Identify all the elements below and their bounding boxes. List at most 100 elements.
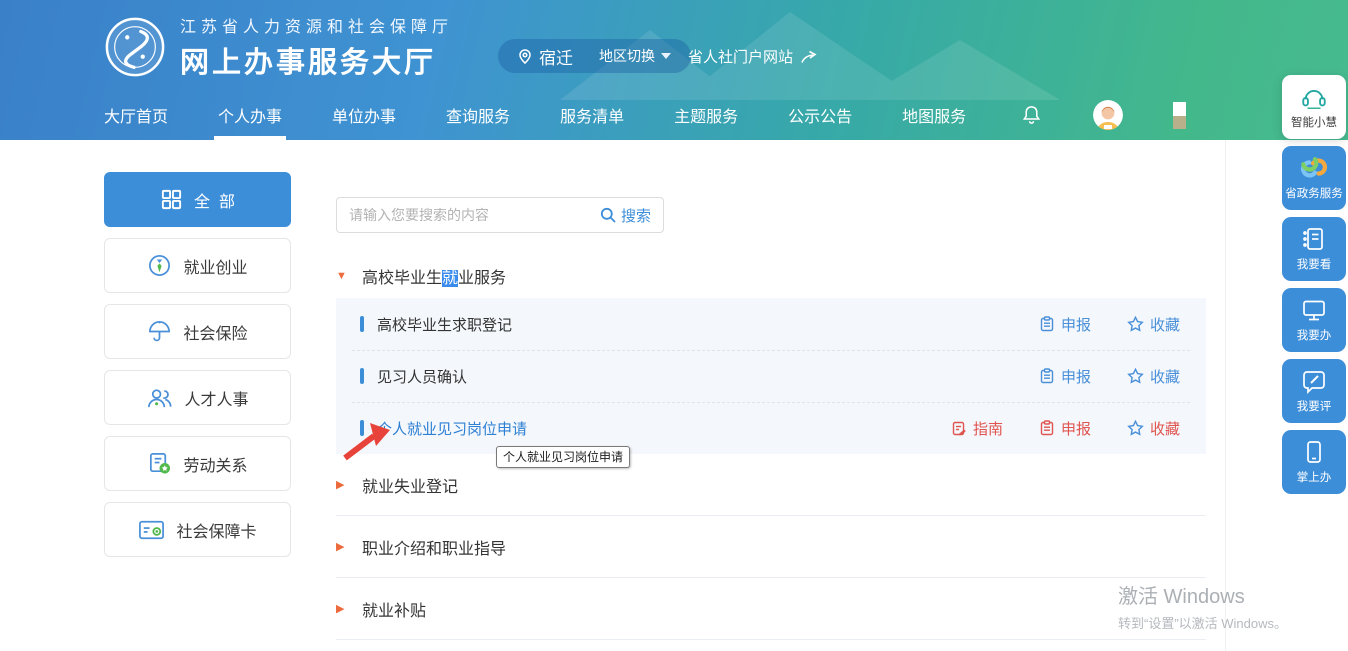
sidebar-item-label: 就业创业 bbox=[183, 254, 247, 278]
action-label: 指南 bbox=[973, 418, 1003, 439]
sidebar-item-labor-relations[interactable]: 劳动关系 bbox=[104, 436, 291, 491]
action-label: 申报 bbox=[1061, 366, 1091, 387]
search-input[interactable] bbox=[349, 207, 600, 223]
chevron-down-icon bbox=[661, 53, 671, 59]
action-label: 申报 bbox=[1061, 418, 1091, 439]
search-box: 搜索 bbox=[336, 197, 664, 233]
sidebar-item-social-security-card[interactable]: 社会保障卡 bbox=[104, 502, 291, 557]
nav-label: 地图服务 bbox=[902, 103, 966, 127]
triangle-right-icon bbox=[336, 540, 349, 553]
comment-edit-icon bbox=[1301, 368, 1327, 394]
star-icon bbox=[1127, 420, 1144, 436]
quickbar-label: 我要办 bbox=[1297, 326, 1332, 342]
declare-action[interactable]: 申报 bbox=[1039, 314, 1091, 335]
section-header-graduate-services[interactable]: 高校毕业生就业服务 bbox=[336, 258, 1206, 294]
location-pin-icon bbox=[518, 48, 532, 65]
row-actions: 申报 收藏 bbox=[1039, 314, 1180, 335]
org-name: 江苏省人力资源和社会保障厅 bbox=[180, 13, 453, 37]
nav-item-map[interactable]: 地图服务 bbox=[902, 90, 966, 140]
clipboard-icon bbox=[1039, 420, 1055, 436]
document-star-icon bbox=[147, 451, 172, 476]
section-header-unemployment-registration[interactable]: 就业失业登记 bbox=[336, 454, 1206, 516]
nav-item-personal[interactable]: 个人办事 bbox=[218, 90, 282, 140]
nav-item-home[interactable]: 大厅首页 bbox=[104, 90, 168, 140]
quickbar-item-handle[interactable]: 我要办 bbox=[1282, 288, 1346, 352]
sidebar-item-all[interactable]: 全部 bbox=[104, 172, 291, 227]
favorite-action[interactable]: 收藏 bbox=[1127, 314, 1180, 335]
title-highlight: 就 bbox=[442, 270, 458, 287]
action-label: 申报 bbox=[1061, 314, 1091, 335]
action-label: 收藏 bbox=[1150, 418, 1180, 439]
nav-item-unit[interactable]: 单位办事 bbox=[332, 90, 396, 140]
user-avatar[interactable] bbox=[1093, 100, 1123, 130]
emblem-icon bbox=[104, 16, 166, 78]
content-edge-divider bbox=[1225, 140, 1226, 651]
service-link[interactable]: 高校毕业生求职登记 bbox=[377, 314, 1039, 335]
quickbar-item-gov-services[interactable]: 省政务服务 bbox=[1282, 146, 1346, 210]
sidebar-item-employment[interactable]: 就业创业 bbox=[104, 238, 291, 293]
service-link[interactable]: 个人就业见习岗位申请 bbox=[377, 418, 951, 439]
nav-item-service-list[interactable]: 服务清单 bbox=[560, 90, 624, 140]
loading-fragment bbox=[1173, 102, 1186, 129]
sidebar-item-talent[interactable]: 人才人事 bbox=[104, 370, 291, 425]
site-title: 网上办事服务大厅 bbox=[180, 39, 453, 81]
section-header-career-guidance[interactable]: 职业介绍和职业指导 bbox=[336, 516, 1206, 578]
nav-label: 服务清单 bbox=[560, 103, 624, 127]
city-label: 宿迁 bbox=[539, 44, 573, 69]
avatar-icon bbox=[1093, 100, 1123, 130]
star-icon bbox=[1127, 316, 1144, 332]
link-tooltip: 个人就业见习岗位申请 bbox=[496, 446, 630, 468]
card-icon bbox=[138, 519, 165, 541]
quickbar-label: 省政务服务 bbox=[1285, 184, 1343, 200]
portal-link[interactable]: 省人社门户网站 bbox=[688, 46, 817, 67]
nav-label: 公示公告 bbox=[788, 103, 852, 127]
nav-label: 主题服务 bbox=[674, 103, 738, 127]
service-row: 高校毕业生求职登记 申报 bbox=[336, 298, 1206, 350]
site-logo: 江苏省人力资源和社会保障厅 网上办事服务大厅 bbox=[104, 13, 453, 81]
region-switch-button[interactable]: 地区切换 bbox=[599, 46, 671, 66]
current-city[interactable]: 宿迁 bbox=[518, 44, 573, 69]
favorite-action[interactable]: 收藏 bbox=[1127, 366, 1180, 387]
service-link[interactable]: 见习人员确认 bbox=[377, 366, 1039, 387]
quickbar-item-assistant[interactable]: 智能小慧 bbox=[1282, 75, 1346, 139]
nav-item-announcements[interactable]: 公示公告 bbox=[788, 90, 852, 140]
section-header-employment-subsidy[interactable]: 就业补贴 bbox=[336, 578, 1206, 640]
title-suffix: 业服务 bbox=[458, 270, 506, 287]
quickbar-item-mobile[interactable]: 掌上办 bbox=[1282, 430, 1346, 494]
nav-item-query[interactable]: 查询服务 bbox=[446, 90, 510, 140]
declare-action[interactable]: 申报 bbox=[1039, 366, 1091, 387]
external-link-icon bbox=[800, 50, 817, 64]
quickbar: 智能小慧 省政务服务 我要看 我要办 我要评 bbox=[1282, 75, 1346, 494]
nav-label: 查询服务 bbox=[446, 103, 510, 127]
clipboard-icon bbox=[1039, 316, 1055, 332]
quickbar-label: 掌上办 bbox=[1297, 468, 1332, 484]
search-button-label: 搜索 bbox=[621, 205, 651, 226]
quickbar-item-review[interactable]: 我要评 bbox=[1282, 359, 1346, 423]
watermark-line2: 转到“设置”以激活 Windows。 bbox=[1118, 613, 1287, 632]
notebook-icon bbox=[1301, 226, 1327, 252]
search-button[interactable]: 搜索 bbox=[600, 205, 651, 226]
favorite-action[interactable]: 收藏 bbox=[1127, 418, 1180, 439]
region-switch-label: 地区切换 bbox=[599, 46, 655, 66]
monitor-icon bbox=[1301, 297, 1327, 323]
tie-badge-icon bbox=[147, 253, 172, 278]
quickbar-item-watch[interactable]: 我要看 bbox=[1282, 217, 1346, 281]
main-nav: 大厅首页 个人办事 单位办事 查询服务 服务清单 主题服务 公示公告 地图服务 bbox=[104, 90, 1186, 140]
guide-action[interactable]: 指南 bbox=[951, 418, 1003, 439]
sidebar-item-label: 社会保障卡 bbox=[176, 518, 256, 542]
quickbar-label: 我要看 bbox=[1297, 255, 1332, 271]
sidebar-item-social-insurance[interactable]: 社会保险 bbox=[104, 304, 291, 359]
sidebar-item-label: 人才人事 bbox=[184, 386, 248, 410]
notification-bell-button[interactable] bbox=[1020, 103, 1043, 127]
main-content: 搜索 高校毕业生就业服务 高校毕业生求职登记 申报 bbox=[336, 197, 1206, 640]
header: 江苏省人力资源和社会保障厅 网上办事服务大厅 宿迁 地区切换 省人社门户网站 大… bbox=[0, 0, 1348, 140]
triangle-right-icon bbox=[336, 602, 349, 615]
headset-icon bbox=[1300, 85, 1328, 110]
row-accent-bar bbox=[360, 316, 364, 332]
row-actions: 指南 申报 bbox=[951, 418, 1180, 439]
nav-item-theme[interactable]: 主题服务 bbox=[674, 90, 738, 140]
clipboard-icon bbox=[1039, 368, 1055, 384]
section-title: 职业介绍和职业指导 bbox=[362, 535, 506, 559]
row-accent-bar bbox=[360, 420, 364, 436]
declare-action[interactable]: 申报 bbox=[1039, 418, 1091, 439]
